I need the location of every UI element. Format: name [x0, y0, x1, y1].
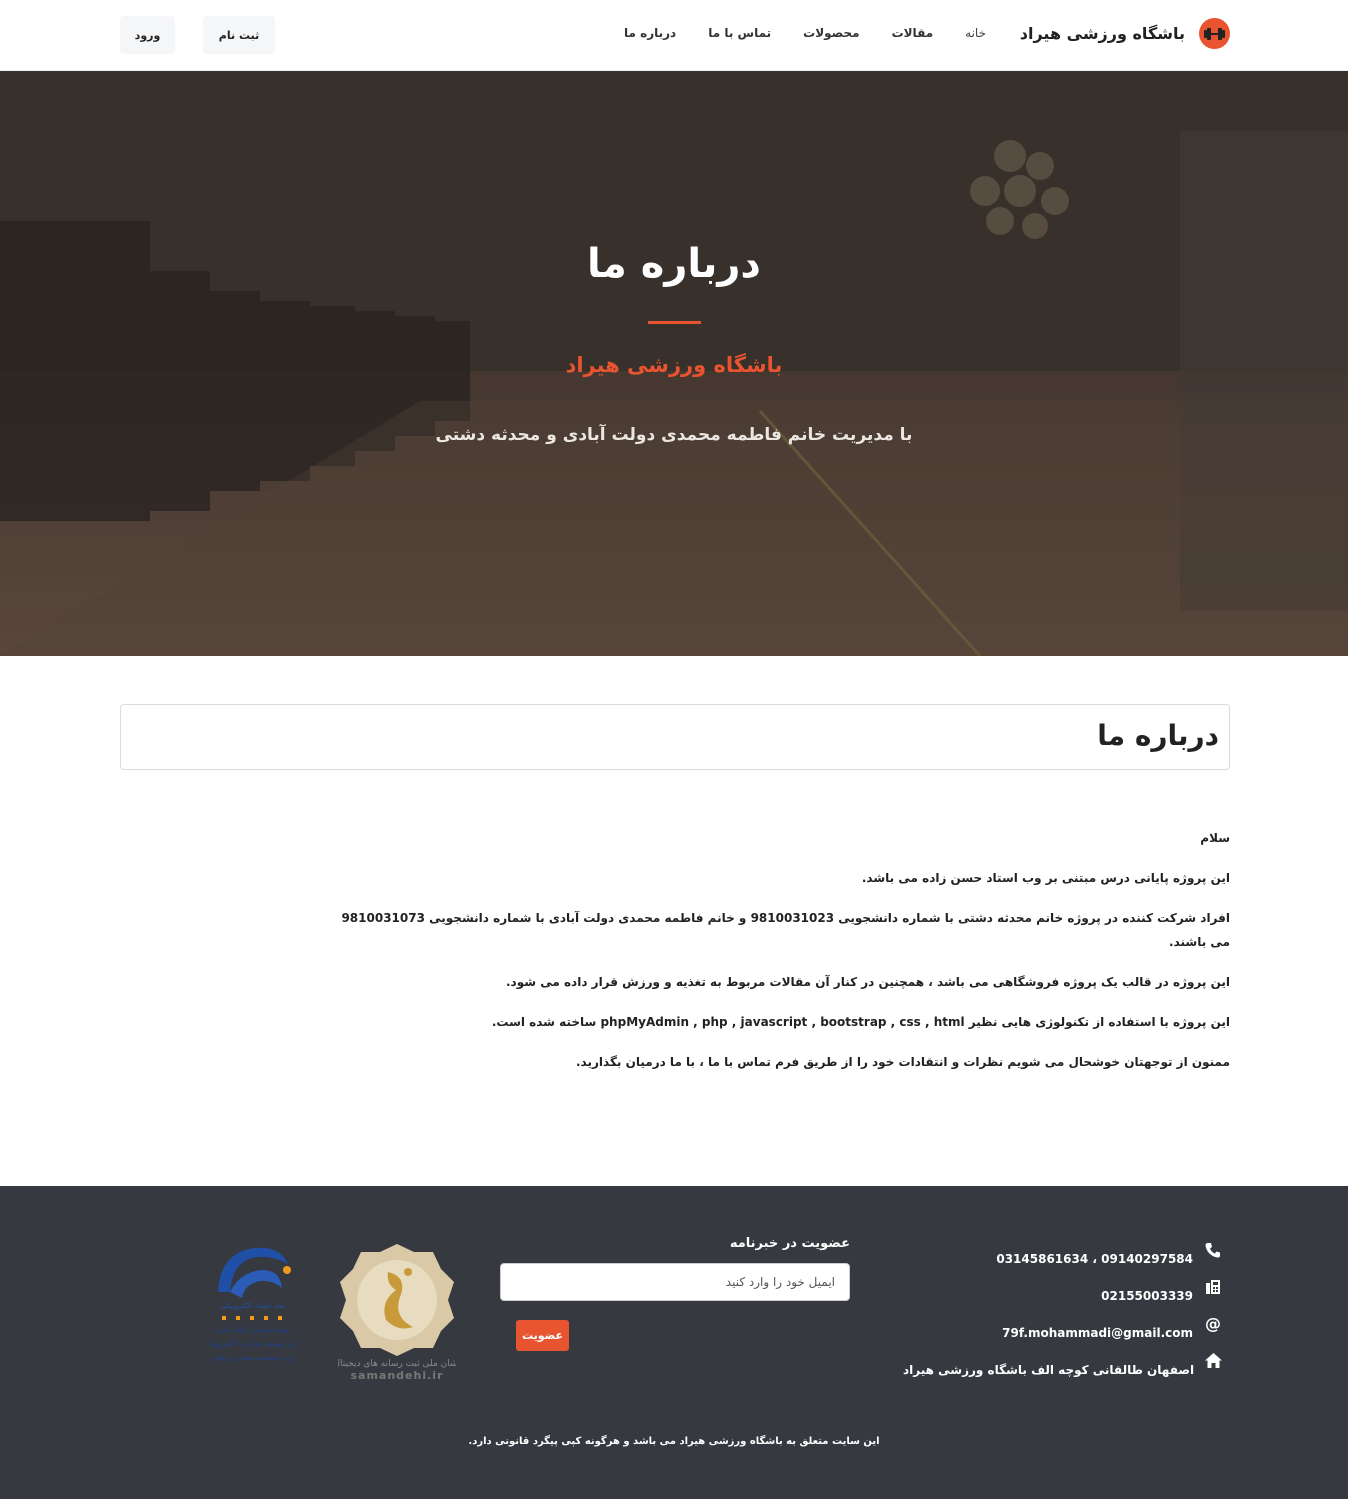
top-navbar: باشگاه ورزشی هیراد خانه مقالات محصولات ت… — [0, 0, 1348, 71]
hero-subtitle: باشگاه ورزشی هیراد — [565, 353, 783, 377]
svg-text:مرکز توسعه تجارت الکترونیکی: مرکز توسعه تجارت الکترونیکی — [210, 1339, 296, 1348]
article-paragraph: ممنون از توجهتان خوشحال می شویم نظرات و … — [576, 1055, 1230, 1069]
newsletter-subscribe-button[interactable]: عضویت — [516, 1320, 569, 1351]
signup-button[interactable]: ثبت نام — [203, 16, 275, 54]
svg-text:جهت اطمینان کلیک نمایید: جهت اطمینان کلیک نمایید — [216, 1326, 290, 1334]
main-nav: خانه مقالات محصولات تماس با ما درباره ما — [624, 26, 986, 40]
dumbbell-icon — [1199, 18, 1230, 49]
nav-link-contact[interactable]: تماس با ما — [708, 26, 771, 40]
hero-banner: درباره ما باشگاه ورزشی هیراد با مدیریت خ… — [0, 71, 1348, 656]
contact-email-text[interactable]: 79f.mohammadi@gmail.com — [1002, 1326, 1193, 1340]
brand-name: باشگاه ورزشی هیراد — [1019, 24, 1185, 43]
article-paragraph: این پروژه در قالب یک پروژه فروشگاهی می ب… — [506, 975, 1230, 989]
newsletter-form: عضویت در خبرنامه عضویت — [500, 1236, 850, 1351]
svg-text:نماد اعتماد الکترونیکی: نماد اعتماد الکترونیکی — [221, 1302, 285, 1310]
contact-phone-text: 09140297584 ، 03145861634 — [996, 1251, 1193, 1266]
nav-link-articles[interactable]: مقالات — [892, 26, 934, 40]
fax-icon — [1203, 1277, 1223, 1297]
svg-text:نشان ملی ثبت رسانه های دیجیتال: نشان ملی ثبت رسانه های دیجیتال — [338, 1359, 456, 1369]
contact-fax: 02155003339 — [903, 1275, 1223, 1312]
nav-link-about[interactable]: درباره ما — [624, 26, 676, 40]
contact-address-text: اصفهان طالقانی کوچه الف باشگاه ورزشی هیر… — [903, 1362, 1195, 1377]
enamad-badge[interactable]: نماد اعتماد الکترونیکی جهت اطمینان کلیک … — [202, 1242, 305, 1374]
contact-fax-text: 02155003339 — [1101, 1288, 1193, 1303]
copyright-text: این سایت متعلق به باشگاه ورزشی هیراد می … — [468, 1436, 880, 1447]
contact-email: @ 79f.mohammadi@gmail.com — [903, 1312, 1223, 1349]
samandehi-badge[interactable]: نشان ملی ثبت رسانه های دیجیتال samandehi… — [333, 1242, 461, 1382]
about-heading: درباره ما — [1097, 719, 1219, 752]
about-article: سلام این پروژه پایانی درس مبتنی بر وب اس… — [330, 826, 1230, 1090]
auth-buttons: ورود ثبت نام — [120, 16, 275, 54]
login-button[interactable]: ورود — [120, 16, 175, 54]
nav-link-products[interactable]: محصولات — [803, 26, 859, 40]
hero-description: با مدیریت خانم فاطمه محمدی دولت آبادی و … — [435, 425, 913, 445]
article-paragraph: این پروژه پایانی درس مبتنی بر وب استاد ح… — [861, 871, 1230, 885]
article-paragraph: این پروژه با استفاده از تکنولوژی هایی نظ… — [491, 1015, 1230, 1029]
home-icon — [1204, 1351, 1223, 1371]
nav-link-home[interactable]: خانه — [965, 26, 986, 40]
brand[interactable]: باشگاه ورزشی هیراد — [1020, 18, 1230, 49]
hero-divider — [648, 321, 701, 324]
newsletter-email-input[interactable] — [500, 1263, 850, 1301]
samandehi-url: samandehi.ir — [351, 1369, 444, 1382]
about-heading-card: درباره ما — [120, 704, 1230, 770]
contact-phone: 09140297584 ، 03145861634 — [903, 1238, 1223, 1275]
phone-icon — [1203, 1240, 1223, 1260]
contact-address: اصفهان طالقانی کوچه الف باشگاه ورزشی هیر… — [903, 1349, 1223, 1386]
article-paragraph: سلام — [1200, 831, 1230, 845]
article-paragraph: افراد شرکت کننده در پروژه خانم محدثه دشت… — [341, 911, 1230, 949]
site-footer: 09140297584 ، 03145861634 02155003339 @ … — [0, 1186, 1348, 1499]
newsletter-title: عضویت در خبرنامه — [729, 1236, 850, 1251]
at-icon: @ — [1205, 1314, 1221, 1333]
hero-title: درباره ما — [587, 241, 761, 287]
svg-text:وزارت صنعت معدن و تجارت: وزارت صنعت معدن و تجارت — [210, 1353, 296, 1362]
contact-info: 09140297584 ، 03145861634 02155003339 @ … — [903, 1238, 1223, 1386]
